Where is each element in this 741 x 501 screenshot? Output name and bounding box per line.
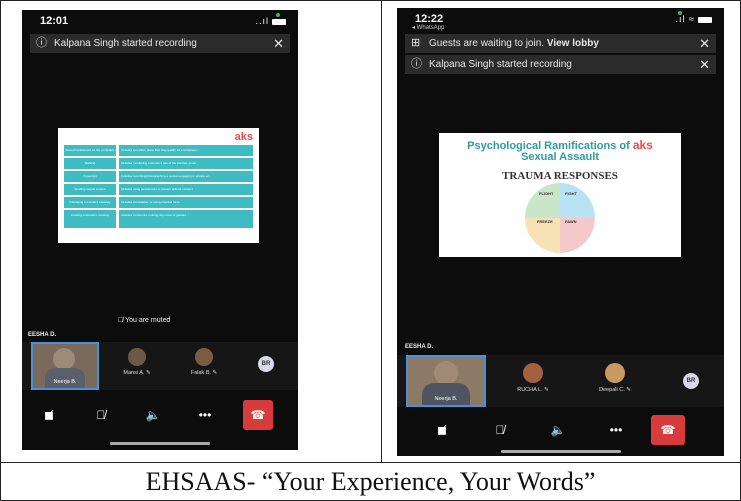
slide-row: Voyeurism Includes recording/photographi… xyxy=(64,171,253,182)
lobby-banner-text: Guests are waiting to join. View lobby xyxy=(429,38,599,49)
slide-row: Stalking Includes monitoring a woman's u… xyxy=(64,158,253,169)
trauma-response-wheel xyxy=(525,183,595,253)
quadrant-label: FREEZE xyxy=(537,219,553,224)
recording-banner-text: Kalpana Singh started recording xyxy=(429,59,572,70)
camera-off-icon[interactable]: ◼̸ xyxy=(34,400,64,430)
slide-row: Sexual harassment on the workplace Inclu… xyxy=(64,145,253,156)
status-bar: 12:22 ◂ WhatsApp .ıl ≈ xyxy=(397,8,724,31)
call-controls: ◼̸ 🎙̸ 🔈 ••• ☎ xyxy=(34,400,286,430)
recording-dot-icon xyxy=(678,11,682,15)
avatar-initials[interactable]: BR xyxy=(683,373,699,389)
slide-row: Sending sexual content Includes using se… xyxy=(64,184,253,195)
quadrant-label: FIGHT xyxy=(565,191,577,196)
participant-face xyxy=(53,348,75,370)
speaker-name: EESHA D. xyxy=(405,344,434,350)
signal-icon: ..ıl xyxy=(255,16,286,26)
avatar xyxy=(523,363,543,383)
figure-caption: EHSAAS- “Your Experience, Your Words” xyxy=(145,467,596,496)
aks-logo: aks xyxy=(632,138,653,152)
battery-icon xyxy=(272,18,286,25)
speaker-icon[interactable]: 🔈 xyxy=(138,400,168,430)
slide-title: Psychological Ramifications of aks xyxy=(467,138,653,152)
divider-vertical xyxy=(381,0,382,462)
aks-logo: aks xyxy=(234,131,253,143)
hang-up-button[interactable]: ☎ xyxy=(243,400,273,430)
quadrant-label: FAWN xyxy=(565,219,577,224)
participant-name: Neerja B. xyxy=(434,396,458,402)
camera-off-icon[interactable]: ◼̸ xyxy=(427,415,457,445)
close-icon[interactable]: ✕ xyxy=(273,34,284,53)
call-controls: ◼̸ 🎙̸ 🔈 ••• ☎ xyxy=(427,415,712,445)
shared-slide: Psychological Ramifications of aks Sexua… xyxy=(439,133,681,257)
signal-icon: .ıl ≈ xyxy=(676,14,712,24)
recording-banner-text: Kalpana Singh started recording xyxy=(54,38,197,49)
battery-icon xyxy=(698,16,712,23)
lobby-banner: ⊞ Guests are waiting to join. View lobby… xyxy=(405,34,716,53)
home-indicator xyxy=(110,442,210,445)
self-video-tile[interactable]: Neerja B. xyxy=(406,355,486,407)
info-icon: ⓘ xyxy=(36,37,47,49)
mic-off-icon[interactable]: 🎙̸ xyxy=(485,415,515,445)
lobby-icon: ⊞ xyxy=(411,37,421,49)
info-icon: ⓘ xyxy=(411,58,422,70)
participant-strip: Neerja B. RUCHA L. ✎ Deepali C. ✎ BR xyxy=(397,355,724,407)
participant-name: Neerja B. xyxy=(53,379,77,385)
status-time: 12:01 xyxy=(40,15,69,27)
close-icon[interactable]: ✕ xyxy=(699,34,710,53)
close-icon[interactable]: ✕ xyxy=(699,55,710,74)
recording-banner: ⓘ Kalpana Singh started recording ✕ xyxy=(405,55,716,74)
avatar xyxy=(195,348,213,366)
slide-heading: TRAUMA RESPONSES xyxy=(502,170,618,182)
home-indicator xyxy=(501,450,621,453)
slide-row: Insulting a woman's modesty Includes com… xyxy=(64,210,253,228)
slide-row: Damaging a woman's modesty Includes inti… xyxy=(64,197,253,208)
status-bar: 12:01 ..ıl xyxy=(22,10,298,32)
right-phone-screenshot: 12:22 ◂ WhatsApp .ıl ≈ ⊞ Guests are wait… xyxy=(397,8,724,456)
left-phone-screenshot: 12:01 ..ıl ⓘ Kalpana Singh started recor… xyxy=(22,10,298,450)
mic-off-icon[interactable]: 🎙̸ xyxy=(86,400,116,430)
recording-banner: ⓘ Kalpana Singh started recording ✕ xyxy=(30,34,290,53)
avatar-initials[interactable]: BR xyxy=(258,356,274,372)
slide-subtitle: Sexual Assault xyxy=(521,151,599,163)
participant-body xyxy=(45,368,85,388)
muted-indicator: 🎙̸ You are muted xyxy=(118,317,171,324)
participant-tile[interactable]: Falak B. ✎ xyxy=(184,348,224,376)
avatar xyxy=(605,363,625,383)
quadrant-label: FLIGHT xyxy=(539,191,554,196)
participant-tile[interactable]: RUCHA L. ✎ xyxy=(509,363,557,393)
shared-slide: aks Sexual harassment on the workplace I… xyxy=(58,128,259,243)
back-to-app[interactable]: ◂ WhatsApp xyxy=(412,24,444,31)
more-icon[interactable]: ••• xyxy=(190,400,220,430)
participant-tile[interactable]: Mansi A. ✎ xyxy=(117,348,157,376)
view-lobby-link[interactable]: View lobby xyxy=(547,38,599,49)
participant-strip: Neerja B. Mansi A. ✎ Falak B. ✎ BR xyxy=(22,342,298,390)
speaker-icon[interactable]: 🔈 xyxy=(543,415,573,445)
hang-up-button[interactable]: ☎ xyxy=(651,415,685,445)
self-video-tile[interactable]: Neerja B. xyxy=(31,342,99,390)
speaker-name: EESHA D. xyxy=(28,332,57,338)
participant-tile[interactable]: Deepali C. ✎ xyxy=(591,363,639,393)
avatar xyxy=(128,348,146,366)
recording-dot-icon xyxy=(276,13,280,17)
participant-face xyxy=(434,361,458,385)
more-icon[interactable]: ••• xyxy=(601,415,631,445)
